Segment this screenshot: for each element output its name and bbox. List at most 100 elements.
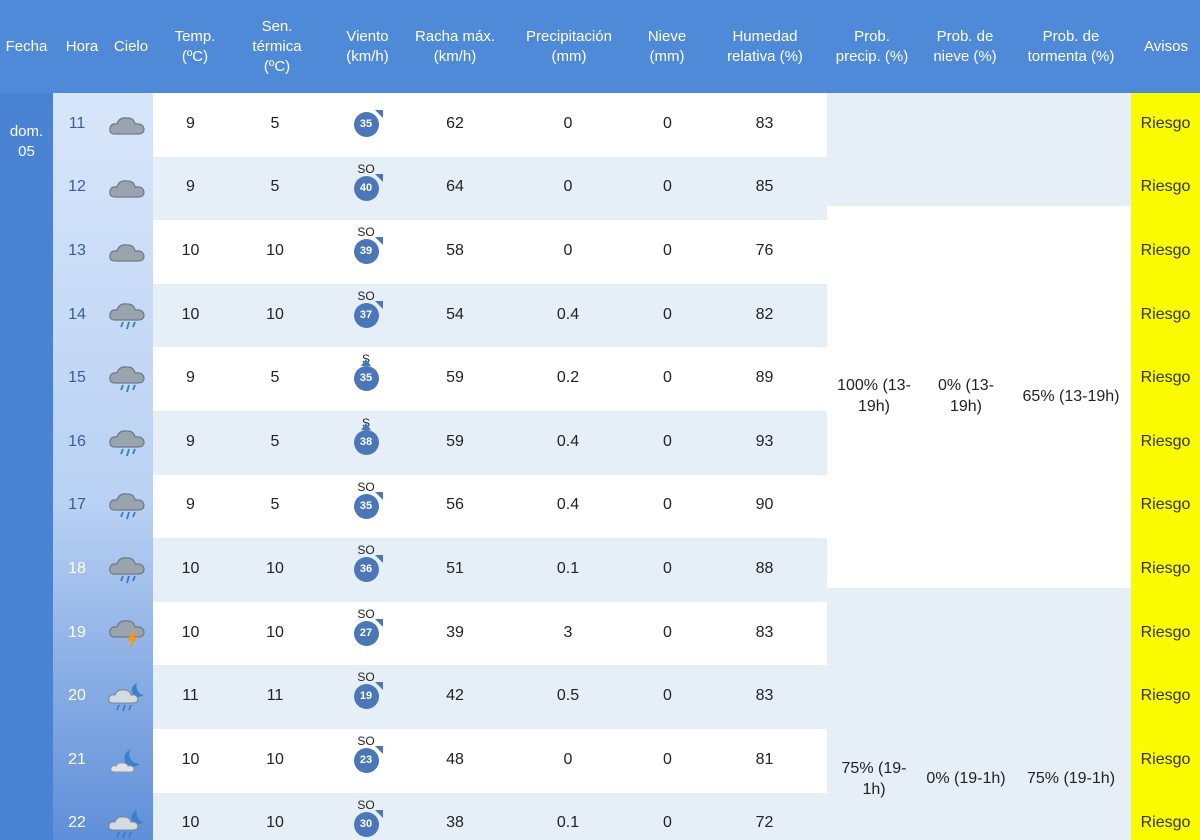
wind-speed-badge: 38	[353, 423, 379, 455]
racha-cell: 59	[446, 432, 464, 450]
hora-cell: 21	[68, 750, 86, 768]
prob-block-3	[827, 588, 1131, 840]
wind-speed-badge: 40	[353, 173, 383, 201]
racha-cell: 59	[446, 369, 464, 387]
wind-direction: SO	[357, 670, 375, 685]
wind-speed-badge: 30	[353, 809, 383, 837]
wind-direction: SO	[357, 225, 375, 240]
header-avisos: Avisos	[1144, 37, 1188, 55]
sen-cell: 5	[270, 114, 280, 132]
header-precipitacion: Precipitación (mm)	[526, 27, 612, 65]
aviso-riesgo[interactable]: Riesgo	[1131, 178, 1200, 196]
wind-cell: S 38	[336, 416, 396, 455]
wind-direction: SO	[357, 479, 375, 494]
wind-speed-badge: 27	[353, 618, 383, 646]
sen-cell: 10	[266, 560, 284, 577]
humedad-cell: 93	[755, 432, 774, 450]
wind-arrow-icon	[374, 300, 383, 309]
temp-cell: 10	[181, 560, 200, 577]
precip-cell: 0.1	[556, 560, 580, 577]
header-prob-tormenta: Prob. de tormenta (%)	[1027, 27, 1115, 65]
header-nieve: Nieve (mm)	[647, 27, 687, 65]
sen-cell: 5	[270, 496, 280, 514]
sen-cell: 5	[270, 432, 280, 450]
wind-speed-badge: 19	[353, 682, 383, 710]
wind-speed-badge: 39	[353, 237, 383, 265]
night-rain-icon	[101, 804, 153, 840]
wind-speed: 27	[359, 626, 373, 639]
humedad-cell: 83	[755, 114, 774, 132]
prob-block-1	[827, 93, 1131, 206]
wind-speed: 35	[359, 372, 373, 385]
wind-cell: SO 30	[336, 798, 396, 837]
wind-speed: 39	[359, 245, 373, 258]
wind-arrow-icon	[360, 423, 371, 430]
wind-cell: SO 39	[336, 225, 396, 265]
humedad-cell: 83	[755, 623, 774, 641]
aviso-riesgo[interactable]: Riesgo	[1131, 369, 1200, 387]
sen-cell: 10	[266, 750, 284, 768]
aviso-riesgo[interactable]: Riesgo	[1131, 624, 1200, 642]
racha-cell: 58	[446, 242, 464, 259]
aviso-riesgo[interactable]: Riesgo	[1131, 242, 1200, 260]
wind-cell: SO 27	[336, 607, 396, 646]
wind-cell: SO 19	[336, 670, 396, 710]
hora-cell: 17	[68, 496, 86, 514]
fecha-date: dom. 05	[9, 123, 44, 160]
hora-cell: 22	[68, 814, 86, 832]
precip-cell: 0.4	[556, 305, 580, 323]
aviso-riesgo[interactable]: Riesgo	[1131, 560, 1200, 578]
aviso-riesgo[interactable]: Riesgo	[1131, 115, 1200, 133]
table-header: Fecha Hora Cielo Temp. (ºC) Sen. térmica…	[0, 0, 1200, 93]
rain-cloud-icon	[101, 359, 153, 399]
aviso-riesgo[interactable]: Riesgo	[1131, 306, 1200, 324]
precip-cell: 0.4	[556, 496, 580, 514]
wind-speed: 38	[359, 436, 373, 448]
sen-cell: 10	[266, 814, 284, 832]
sen-cell: 11	[266, 687, 284, 705]
humedad-cell: 82	[755, 305, 774, 323]
wind-cell: SO 36	[336, 543, 396, 583]
temp-cell: 9	[186, 496, 195, 514]
nieve-cell: 0	[663, 305, 672, 323]
wind-arrow-icon	[374, 746, 383, 754]
aviso-riesgo[interactable]: Riesgo	[1131, 687, 1200, 705]
sen-cell: 5	[270, 369, 280, 387]
aviso-riesgo[interactable]: Riesgo	[1131, 496, 1200, 514]
wind-cell: 35	[336, 98, 396, 137]
forecast-table: { "headers": { "fecha": "Fecha", "hora":…	[0, 0, 1200, 840]
humedad-cell: 83	[755, 687, 774, 705]
aviso-riesgo[interactable]: Riesgo	[1131, 433, 1200, 451]
wind-speed: 35	[359, 118, 373, 130]
sen-cell: 10	[266, 242, 284, 259]
wind-speed: 37	[359, 308, 373, 321]
nieve-cell: 0	[663, 369, 672, 387]
prob-precip-value: 75% (19- 1h)	[841, 760, 907, 798]
humedad-cell: 85	[755, 178, 774, 196]
wind-speed-badge: 37	[353, 300, 383, 328]
rain-cloud-icon	[101, 296, 153, 336]
wind-speed-badge: 35	[353, 491, 383, 519]
wind-speed: 40	[359, 181, 373, 194]
hora-cell: 11	[68, 114, 86, 132]
hora-cell: 19	[68, 623, 86, 641]
precip-cell: 0	[563, 178, 573, 196]
wind-arrow-icon	[374, 237, 383, 246]
wind-direction: SO	[357, 797, 375, 812]
temp-cell: 9	[186, 114, 195, 132]
humedad-cell: 76	[755, 242, 774, 259]
aviso-riesgo[interactable]: Riesgo	[1131, 751, 1200, 769]
moon-cloud-icon	[101, 741, 153, 781]
nieve-cell: 0	[663, 750, 672, 768]
racha-cell: 64	[446, 178, 464, 196]
aviso-riesgo[interactable]: Riesgo	[1131, 814, 1200, 832]
storm-cloud-icon	[101, 614, 153, 654]
wind-speed: 23	[359, 754, 373, 766]
prob-nieve-value: 0% (19-1h)	[926, 770, 1006, 787]
rain-cloud-icon	[101, 486, 153, 526]
hora-cell: 12	[68, 178, 86, 196]
temp-cell: 10	[181, 242, 200, 259]
wind-cell: SO 40	[336, 162, 396, 201]
wind-arrow-icon	[374, 491, 383, 500]
rain-cloud-icon	[101, 423, 153, 463]
